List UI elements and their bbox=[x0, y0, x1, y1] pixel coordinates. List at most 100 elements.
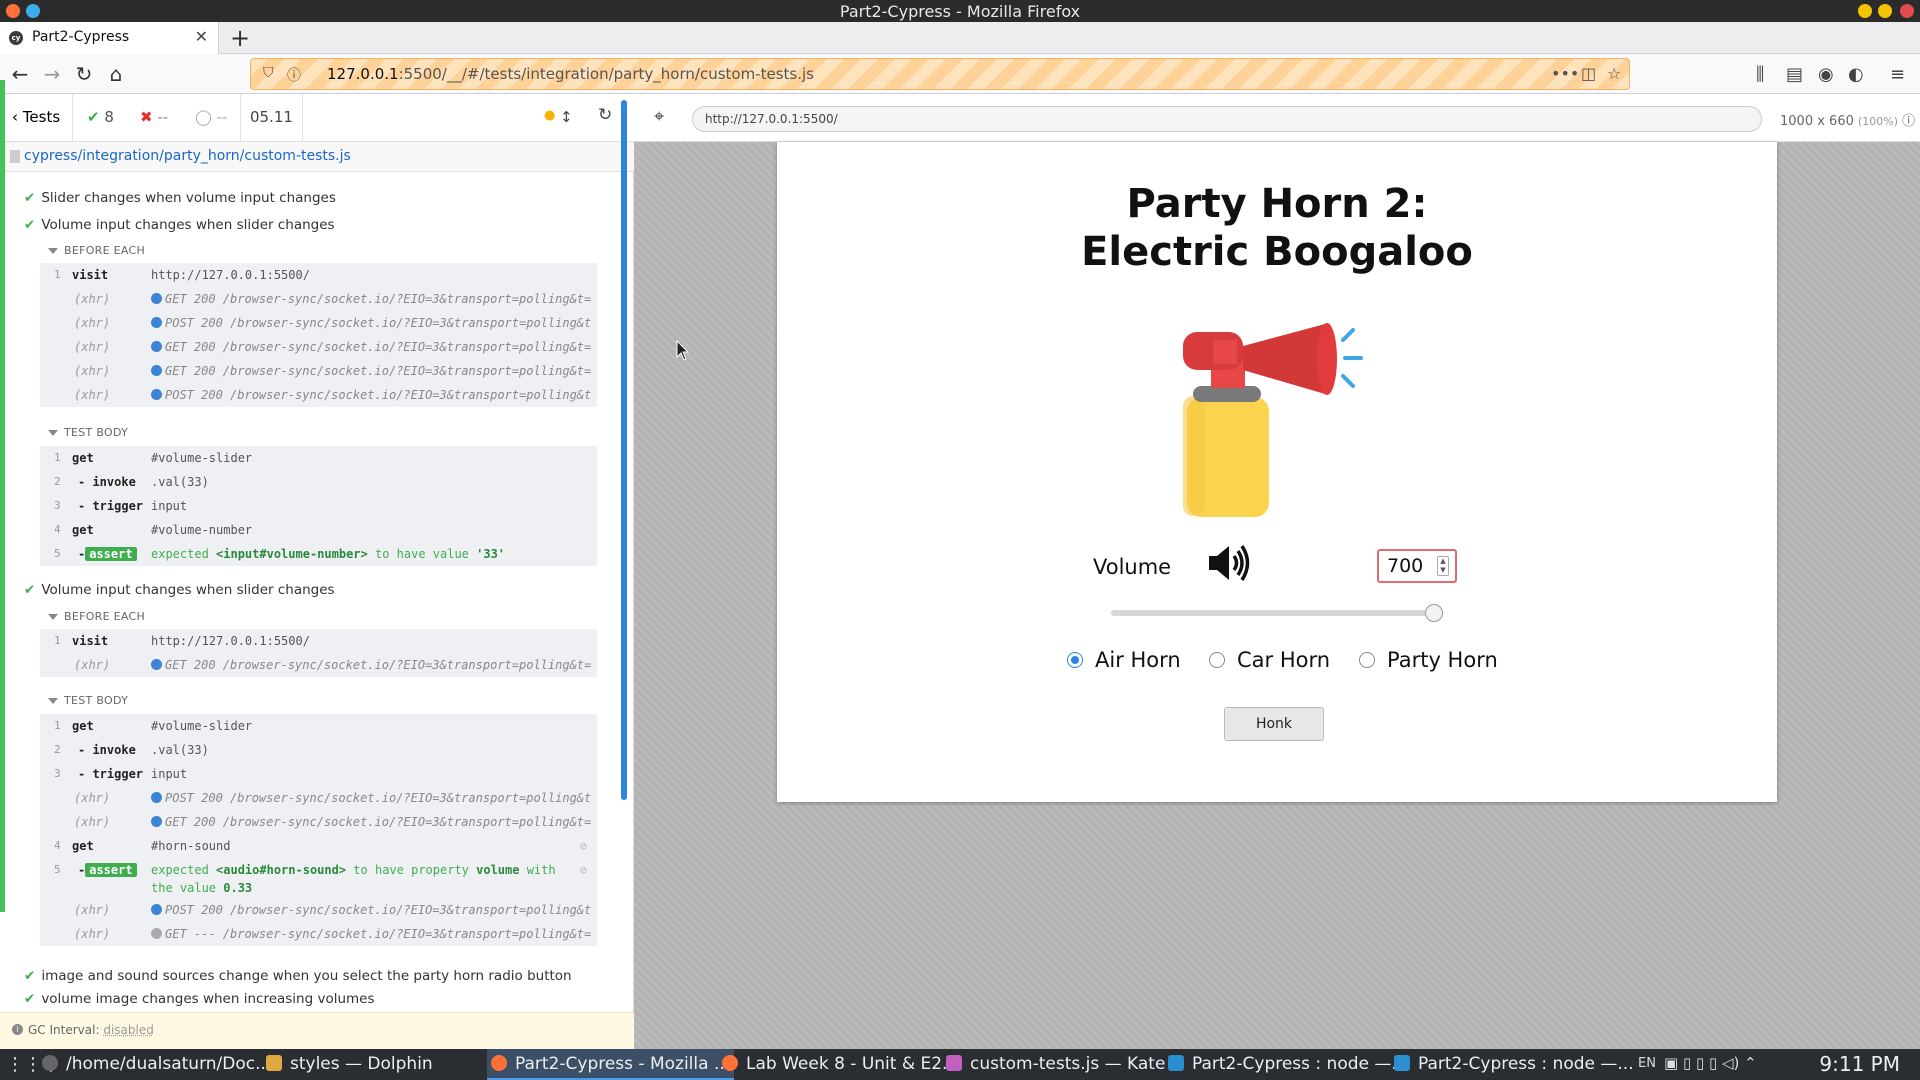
honk-button[interactable]: Honk bbox=[1224, 707, 1324, 741]
radio-button[interactable] bbox=[1067, 652, 1083, 668]
command-xhr[interactable]: (xhr) GET 200 /browser-sync/socket.io/?EI… bbox=[40, 287, 597, 311]
taskbar-item[interactable]: custom-tests.js — Kate bbox=[946, 1054, 1165, 1074]
hook-before-each[interactable]: BEFORE EACH bbox=[48, 244, 145, 257]
collapse-triangle-icon bbox=[48, 430, 58, 436]
page-actions-icon[interactable]: ••• bbox=[1551, 64, 1579, 83]
system-tray-icons[interactable]: ▣ ▯ ▯ ▯ ◁) ⌃ bbox=[1664, 1054, 1757, 1072]
command-trigger[interactable]: 3- trigger input bbox=[40, 762, 597, 786]
hook-test-body[interactable]: TEST BODY bbox=[48, 426, 128, 439]
xhr-status-dot-icon bbox=[151, 365, 162, 376]
command-xhr[interactable]: (xhr) GET 200 /browser-sync/socket.io/?EI… bbox=[40, 810, 597, 834]
command-list: 1 get #volume-slider 2- invoke .val(33) 3- tr… bbox=[40, 446, 597, 566]
command-xhr[interactable]: (xhr) GET 200 /browser-sync/socket.io/?EI… bbox=[40, 359, 597, 383]
connection-info-icon[interactable]: ⓘ bbox=[287, 65, 301, 85]
command-message: #volume-number bbox=[151, 523, 253, 537]
collapse-triangle-icon bbox=[48, 248, 58, 254]
command-visit[interactable]: 1 visit http://127.0.0.1:5500/ bbox=[40, 263, 597, 287]
cypress-favicon-icon: cy bbox=[9, 31, 23, 45]
auto-scroll-icon[interactable]: ↕ bbox=[560, 108, 573, 126]
radio-party-horn[interactable]: Party Horn bbox=[1359, 648, 1498, 672]
viewport-size[interactable]: 1000 x 660 (100%) ⓘ bbox=[1780, 110, 1915, 129]
command-xhr[interactable]: (xhr) POST 200 /browser-sync/socket.io/?E… bbox=[40, 383, 597, 407]
sidebar-icon[interactable]: ▤ bbox=[1786, 64, 1803, 85]
hidden-eye-icon: ⊘ bbox=[579, 839, 587, 853]
test-title[interactable]: ✔ image and sound sources change when you… bbox=[24, 968, 572, 984]
clock[interactable]: 9:11 PM bbox=[1819, 1052, 1900, 1076]
tests-back-button[interactable]: ‹ Tests bbox=[12, 108, 60, 126]
command-invoke[interactable]: 2- invoke .val(33) bbox=[40, 738, 597, 762]
info-icon: i bbox=[12, 1024, 23, 1035]
keyboard-layout[interactable]: EN bbox=[1638, 1056, 1656, 1071]
test-title[interactable]: ✔ Volume input changes when slider change… bbox=[24, 217, 335, 233]
command-get[interactable]: 4 get #volume-number bbox=[40, 518, 597, 542]
radio-air-horn[interactable]: Air Horn bbox=[1067, 648, 1181, 672]
back-button[interactable]: ← bbox=[8, 62, 32, 86]
reload-button[interactable]: ↻ bbox=[72, 62, 96, 86]
command-name: - trigger bbox=[78, 767, 144, 781]
maximize-button[interactable] bbox=[1878, 4, 1892, 18]
command-name: get bbox=[72, 839, 94, 853]
command-xhr[interactable]: (xhr) POST 200 /browser-sync/socket.io/?E… bbox=[40, 311, 597, 335]
gc-interval-bar: i GC Interval: disabled bbox=[0, 1012, 634, 1049]
new-tab-button[interactable]: + bbox=[230, 24, 250, 52]
command-assert[interactable]: 5 - assert expected <audio#horn-sound> to… bbox=[40, 858, 597, 898]
number-spinner[interactable]: ▲ ▼ bbox=[1437, 556, 1449, 576]
command-xhr[interactable]: (xhr) GET --- /browser-sync/socket.io/?EI… bbox=[40, 922, 597, 946]
command-visit[interactable]: 1 visit http://127.0.0.1:5500/ bbox=[40, 629, 597, 653]
test-title[interactable]: ✔ Slider changes when volume input change… bbox=[24, 190, 336, 206]
library-icon[interactable]: ⫼ bbox=[1756, 64, 1764, 85]
tracking-shield-icon[interactable]: ⛉ bbox=[263, 65, 274, 81]
command-xhr[interactable]: (xhr) POST 200 /browser-sync/socket.io/?E… bbox=[40, 898, 597, 922]
minimize-button[interactable] bbox=[1858, 4, 1872, 18]
command-message: GET --- /browser-sync/socket.io/?EIO=3&t… bbox=[151, 927, 591, 941]
test-title[interactable]: ✔ Volume input changes when slider change… bbox=[24, 582, 335, 598]
volume-slider-thumb[interactable] bbox=[1425, 604, 1443, 622]
taskbar-item[interactable]: Part2-Cypress : node —... bbox=[1168, 1054, 1408, 1074]
command-message: #volume-slider bbox=[151, 451, 253, 465]
forward-button[interactable]: → bbox=[40, 62, 64, 86]
command-xhr[interactable]: (xhr) GET 200 /browser-sync/socket.io/?EI… bbox=[40, 653, 597, 677]
command-get[interactable]: 4 get #horn-sound ⊘ bbox=[40, 834, 597, 858]
command-invoke[interactable]: 2- invoke .val(33) bbox=[40, 470, 597, 494]
command-assert[interactable]: 5 - assert expected <input#volume-number>… bbox=[40, 542, 597, 566]
volume-slider[interactable] bbox=[1111, 604, 1443, 622]
command-trigger[interactable]: 3- trigger input bbox=[40, 494, 597, 518]
command-get[interactable]: 1 get #volume-slider bbox=[40, 446, 597, 470]
gc-interval-value[interactable]: disabled bbox=[103, 1023, 154, 1037]
extension-icon[interactable]: ◐ bbox=[1848, 64, 1864, 85]
hook-test-body[interactable]: TEST BODY bbox=[48, 694, 128, 707]
taskbar-item[interactable]: Part2-Cypress - Mozilla ... bbox=[487, 1049, 735, 1080]
file-icon bbox=[10, 150, 20, 163]
command-xhr[interactable]: (xhr) POST 200 /browser-sync/socket.io/?E… bbox=[40, 786, 597, 810]
close-window-button[interactable] bbox=[1900, 4, 1914, 18]
rerun-icon[interactable]: ↻ bbox=[598, 105, 612, 125]
hook-before-each[interactable]: BEFORE EACH bbox=[48, 610, 145, 623]
pending-count: ◯ -- bbox=[195, 108, 228, 126]
account-icon[interactable]: ◉ bbox=[1818, 64, 1834, 85]
taskbar-item[interactable]: styles — Dolphin bbox=[266, 1054, 433, 1074]
radio-button[interactable] bbox=[1359, 652, 1375, 668]
test-title[interactable]: ✔ volume image changes when increasing vo… bbox=[24, 991, 375, 1006]
selector-playground-icon[interactable]: ⌖ bbox=[654, 106, 664, 127]
bookmark-star-icon[interactable]: ☆ bbox=[1607, 64, 1621, 83]
menu-hamburger-icon[interactable]: ≡ bbox=[1890, 64, 1905, 85]
close-tab-icon[interactable]: ✕ bbox=[195, 27, 208, 46]
horn-bell bbox=[1243, 324, 1325, 394]
volume-number-input[interactable]: 700 ▲ ▼ bbox=[1377, 549, 1457, 583]
command-message: .val(33) bbox=[151, 475, 209, 489]
taskbar-item[interactable]: Lab Week 8 - Unit & E2... bbox=[722, 1054, 958, 1074]
radio-car-horn[interactable]: Car Horn bbox=[1209, 648, 1330, 672]
command-xhr[interactable]: (xhr) GET 200 /browser-sync/socket.io/?EI… bbox=[40, 335, 597, 359]
reporter-scrollbar[interactable] bbox=[621, 100, 627, 800]
radio-button[interactable] bbox=[1209, 652, 1225, 668]
command-get[interactable]: 1 get #volume-slider bbox=[40, 714, 597, 738]
url-bar[interactable]: ⛉ ⓘ 127.0.0.1:5500/__/#/tests/integratio… bbox=[250, 58, 1630, 90]
taskbar-item[interactable]: /home/dualsaturn/Doc... bbox=[42, 1054, 271, 1074]
pocket-icon[interactable]: ◫ bbox=[1581, 64, 1596, 83]
taskbar: ⋮⋮⋮ /home/dualsaturn/Doc... styles — Dol… bbox=[0, 1049, 1920, 1080]
tab-part2-cypress[interactable]: cy Part2-Cypress ✕ bbox=[0, 22, 219, 54]
home-button[interactable]: ⌂ bbox=[104, 62, 128, 86]
spec-path-link[interactable]: cypress/integration/party_horn/custom-te… bbox=[24, 148, 351, 164]
aut-url-field[interactable]: http://127.0.0.1:5500/ bbox=[692, 106, 1762, 132]
taskbar-item[interactable]: Part2-Cypress : node —... bbox=[1394, 1054, 1634, 1074]
